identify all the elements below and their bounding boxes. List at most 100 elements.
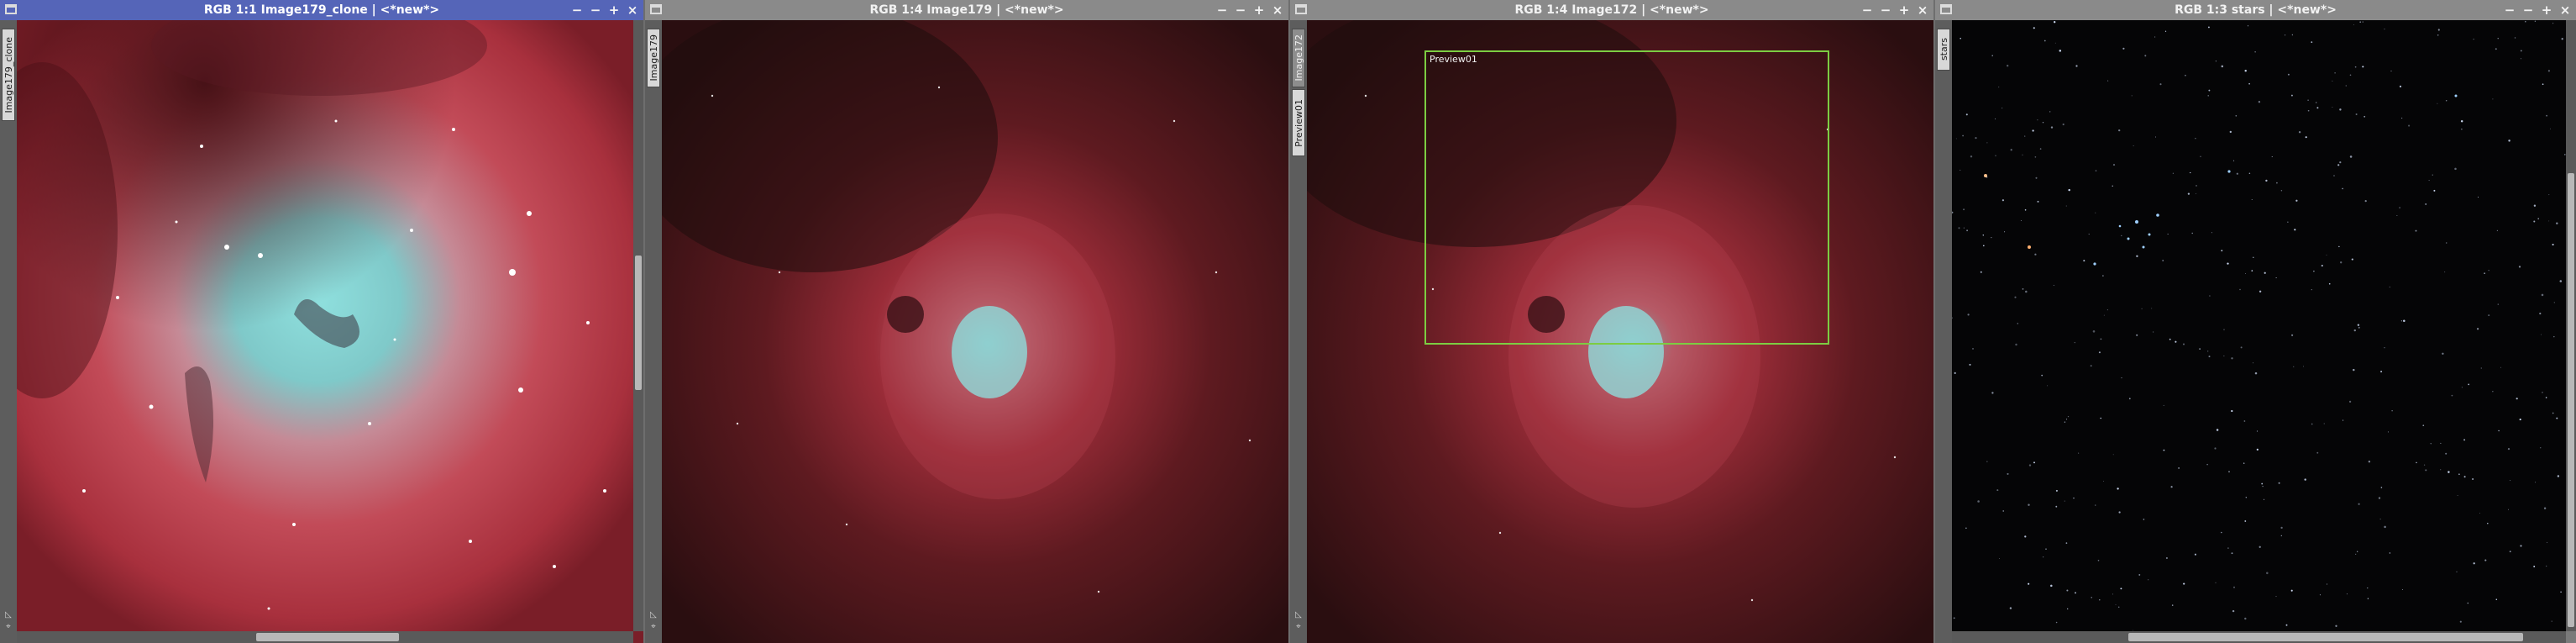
star xyxy=(2254,372,2258,375)
image-canvas[interactable]: Preview01 xyxy=(1307,20,1933,643)
resize-icon[interactable]: ◺ xyxy=(3,611,13,619)
image-window-stars[interactable]: RGB 1:3 stars | <*new*> − − + × stars xyxy=(1935,0,2576,643)
image-window-image172[interactable]: RGB 1:4 Image172 | <*new*> − − + × Image… xyxy=(1290,0,1933,643)
vertical-scrollbar[interactable] xyxy=(633,20,643,631)
window-title: RGB 1:3 stars | <*new*> xyxy=(2175,3,2337,17)
star xyxy=(2492,98,2494,100)
star xyxy=(2437,34,2439,36)
star xyxy=(2244,520,2247,522)
star xyxy=(2221,65,2224,68)
star xyxy=(2154,36,2156,38)
window-menu-icon[interactable] xyxy=(5,4,17,14)
star xyxy=(1996,489,1999,492)
star xyxy=(2099,599,2101,601)
star xyxy=(2432,174,2433,176)
zoom-icon[interactable]: ⌖ xyxy=(1293,623,1304,631)
close-icon[interactable]: × xyxy=(1272,0,1283,20)
close-icon[interactable]: × xyxy=(2559,0,2571,20)
resize-icon[interactable]: ◺ xyxy=(1293,611,1304,619)
star xyxy=(2041,374,2043,377)
star xyxy=(2153,331,2154,333)
maximize-icon[interactable]: + xyxy=(1253,0,1265,20)
nebula-image xyxy=(17,20,643,643)
star xyxy=(2024,135,2026,137)
star xyxy=(2355,113,2358,116)
star xyxy=(2107,80,2109,82)
shade-icon[interactable]: − xyxy=(1880,0,1891,20)
close-icon[interactable]: × xyxy=(627,0,638,20)
maximize-icon[interactable]: + xyxy=(2541,0,2552,20)
star xyxy=(2258,101,2261,103)
window-title-bar[interactable]: RGB 1:4 Image179 | <*new*> − − + × xyxy=(645,0,1288,20)
star xyxy=(2024,535,2027,538)
image-canvas[interactable] xyxy=(17,20,643,643)
star xyxy=(2251,270,2253,271)
star xyxy=(2311,423,2313,425)
image-window-image179-clone[interactable]: RGB 1:1 Image179_clone | <*new*> − − + ×… xyxy=(0,0,643,643)
star xyxy=(1967,314,1970,316)
image-canvas[interactable] xyxy=(662,20,1288,643)
minimize-icon[interactable]: − xyxy=(1216,0,1228,20)
window-title-bar[interactable]: RGB 1:1 Image179_clone | <*new*> − − + × xyxy=(0,0,643,20)
preview-rectangle[interactable]: Preview01 xyxy=(1424,50,1829,345)
star xyxy=(2437,29,2440,31)
star xyxy=(2251,199,2253,200)
minimize-icon[interactable]: − xyxy=(1861,0,1873,20)
star xyxy=(2231,409,2233,413)
resize-icon[interactable]: ◺ xyxy=(648,611,658,619)
star xyxy=(2183,343,2185,345)
star xyxy=(2351,258,2353,261)
star xyxy=(2546,114,2548,117)
image-canvas[interactable] xyxy=(1952,20,2566,631)
star xyxy=(2159,83,2162,86)
star xyxy=(2533,566,2536,567)
star xyxy=(2239,288,2241,291)
window-title-bar[interactable]: RGB 1:3 stars | <*new*> − − + × xyxy=(1935,0,2576,20)
vertical-scrollbar[interactable] xyxy=(2566,20,2576,631)
close-icon[interactable]: × xyxy=(1917,0,1928,20)
image-window-image179[interactable]: RGB 1:4 Image179 | <*new*> − − + × Image… xyxy=(645,0,1288,643)
window-menu-icon[interactable] xyxy=(1295,4,1307,14)
view-tab-main[interactable]: Image179_clone xyxy=(2,29,15,121)
star xyxy=(1965,113,1968,116)
star xyxy=(2514,37,2516,39)
maximize-icon[interactable]: + xyxy=(1898,0,1910,20)
star xyxy=(2345,85,2347,87)
star xyxy=(2170,486,2173,488)
maximize-icon[interactable]: + xyxy=(608,0,620,20)
view-tab-preview01[interactable]: Preview01 xyxy=(1292,89,1305,156)
star xyxy=(2440,442,2442,444)
shade-icon[interactable]: − xyxy=(1235,0,1246,20)
window-menu-icon[interactable] xyxy=(1940,4,1952,14)
view-tab-main[interactable]: stars xyxy=(1937,29,1950,71)
star xyxy=(2460,120,2463,123)
horizontal-scrollbar[interactable] xyxy=(1952,631,2566,643)
horizontal-scrollbar[interactable] xyxy=(17,631,633,643)
star xyxy=(2122,47,2125,50)
star xyxy=(2401,117,2403,119)
horizontal-scroll-thumb[interactable] xyxy=(256,633,399,641)
star xyxy=(2357,551,2358,552)
star xyxy=(2540,447,2542,449)
star xyxy=(2520,50,2522,52)
star xyxy=(2095,504,2096,506)
star xyxy=(2561,38,2563,40)
star xyxy=(2534,20,2537,22)
minimize-icon[interactable]: − xyxy=(2504,0,2516,20)
view-tab-main[interactable]: Image172 xyxy=(1292,29,1305,87)
zoom-icon[interactable]: ⌖ xyxy=(648,623,658,631)
view-tab-main[interactable]: Image179 xyxy=(647,29,660,87)
horizontal-scroll-thumb[interactable] xyxy=(2128,633,2523,641)
star xyxy=(2508,509,2509,510)
minimize-icon[interactable]: − xyxy=(571,0,583,20)
shade-icon[interactable]: − xyxy=(2522,0,2534,20)
shade-icon[interactable]: − xyxy=(590,0,601,20)
window-menu-icon[interactable] xyxy=(650,4,662,14)
star xyxy=(2100,338,2102,340)
star xyxy=(1960,37,1961,40)
star xyxy=(2103,314,2105,316)
window-title-bar[interactable]: RGB 1:4 Image172 | <*new*> − − + × xyxy=(1290,0,1933,20)
vertical-scroll-thumb[interactable] xyxy=(635,256,642,390)
vertical-scroll-thumb[interactable] xyxy=(2568,173,2574,627)
zoom-icon[interactable]: ⌖ xyxy=(3,623,13,631)
